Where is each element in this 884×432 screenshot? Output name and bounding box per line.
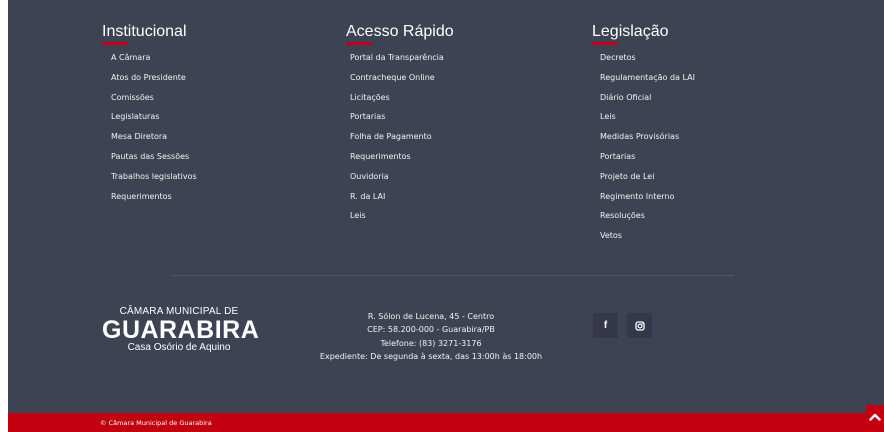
- footer-link[interactable]: Atos do Presidente: [111, 68, 197, 88]
- facebook-icon: f: [603, 319, 608, 331]
- link-list: Portal da Transparência Contracheque Onl…: [350, 48, 444, 226]
- footer-link[interactable]: Licitações: [350, 88, 444, 108]
- title-underline: [346, 42, 372, 45]
- column-title: Acesso Rápido: [346, 23, 454, 40]
- footer-link[interactable]: Ouvidoria: [350, 167, 444, 187]
- footer-link[interactable]: Portarias: [350, 107, 444, 127]
- footer-link[interactable]: Regimento Interno: [600, 187, 695, 207]
- title-underline: [102, 42, 128, 45]
- column-title: Institucional: [102, 23, 187, 40]
- footer-link[interactable]: Contracheque Online: [350, 68, 444, 88]
- chevron-up-icon: [869, 413, 881, 421]
- footer-link[interactable]: Comissões: [111, 88, 197, 108]
- address-cep: CEP: 58.200-000 - Guarabira/PB: [367, 325, 495, 335]
- footer-link[interactable]: Projeto de Lei: [600, 167, 695, 187]
- footer-link[interactable]: Trabalhos legislativos: [111, 167, 197, 187]
- address-street: R. Sólon de Lucena, 45 - Centro: [367, 312, 495, 321]
- footer-link[interactable]: Medidas Provisórias: [600, 127, 695, 147]
- address-hours: Expediente: De segunda à sexta, das 13:0…: [319, 351, 543, 361]
- contact-address: R. Sólon de Lucena, 45 - Centro CEP: 58.…: [300, 310, 562, 363]
- instagram-icon: [634, 320, 645, 331]
- camara-logo[interactable]: CÂMARA MUNICIPAL DE GUARABIRA Casa Osóri…: [102, 306, 260, 354]
- link-list: Decretos Regulamentação da LAI Diário Of…: [600, 48, 695, 246]
- footer-link[interactable]: Leis: [350, 206, 444, 226]
- footer-link[interactable]: Mesa Diretora: [111, 127, 197, 147]
- footer-link[interactable]: Requerimentos: [350, 147, 444, 167]
- instagram-button[interactable]: [627, 313, 652, 338]
- address-phone: Telefone: (83) 3271-3176: [380, 338, 482, 348]
- link-list: A Câmara Atos do Presidente Comissões Le…: [111, 48, 197, 206]
- scroll-to-top-button[interactable]: [866, 405, 884, 432]
- footer-link[interactable]: Resoluções: [600, 206, 695, 226]
- footer-link[interactable]: Portarias: [600, 147, 695, 167]
- copyright-bar: © Câmara Municipal de Guarabira: [8, 413, 884, 432]
- footer-link[interactable]: Leis: [600, 107, 695, 127]
- copyright-text: © Câmara Municipal de Guarabira: [100, 419, 212, 427]
- logo-main-text: GUARABIRA: [102, 316, 260, 344]
- site-footer: Institucional A Câmara Atos do President…: [8, 0, 884, 413]
- footer-link[interactable]: Portal da Transparência: [350, 48, 444, 68]
- footer-link[interactable]: Legislaturas: [111, 107, 197, 127]
- footer-link[interactable]: Decretos: [600, 48, 695, 68]
- footer-link[interactable]: Vetos: [600, 226, 695, 246]
- footer-divider: [172, 275, 734, 276]
- title-underline: [592, 42, 618, 45]
- column-title: Legislação: [592, 23, 669, 40]
- footer-link[interactable]: A Câmara: [111, 48, 197, 68]
- footer-link[interactable]: Pautas das Sessões: [111, 147, 197, 167]
- footer-link[interactable]: Folha de Pagamento: [350, 127, 444, 147]
- footer-link[interactable]: Regulamentação da LAI: [600, 68, 695, 88]
- footer-link[interactable]: Diário Oficial: [600, 88, 695, 108]
- footer-link[interactable]: Requerimentos: [111, 187, 197, 207]
- footer-link[interactable]: R. da LAI: [350, 187, 444, 207]
- facebook-button[interactable]: f: [593, 313, 618, 338]
